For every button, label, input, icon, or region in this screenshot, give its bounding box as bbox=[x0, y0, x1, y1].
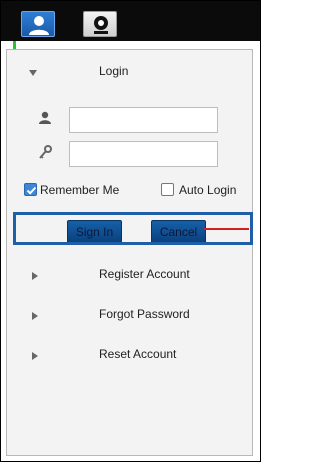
top-toolbar bbox=[1, 1, 260, 41]
tab-user[interactable] bbox=[21, 11, 55, 37]
expand-arrow-icon bbox=[32, 352, 38, 360]
menu-item-reset-account[interactable]: Reset Account bbox=[7, 340, 252, 370]
menu-item-register-account[interactable]: Register Account bbox=[7, 260, 252, 290]
forgot-password-label: Forgot Password bbox=[99, 307, 190, 321]
key-icon bbox=[39, 145, 52, 159]
login-panel: Login Remember Me Auto Login Sign In Can… bbox=[6, 49, 253, 456]
user-icon bbox=[29, 16, 49, 35]
annotation-pointer-line bbox=[204, 228, 249, 230]
reset-account-label: Reset Account bbox=[99, 347, 177, 361]
collapse-arrow-icon bbox=[29, 70, 37, 76]
remember-me-label: Remember Me bbox=[40, 183, 120, 197]
user-icon bbox=[39, 111, 51, 124]
tab-camera[interactable] bbox=[83, 11, 117, 37]
remember-me-checkbox[interactable]: Remember Me bbox=[24, 182, 144, 200]
auto-login-checkbox[interactable]: Auto Login bbox=[161, 182, 249, 200]
password-input[interactable] bbox=[69, 141, 218, 167]
checkbox-unchecked[interactable] bbox=[161, 183, 174, 196]
check-icon bbox=[26, 186, 37, 195]
auto-login-label: Auto Login bbox=[179, 183, 237, 197]
login-header[interactable]: Login bbox=[7, 50, 252, 86]
expand-arrow-icon bbox=[32, 272, 38, 280]
login-title: Login bbox=[99, 64, 129, 78]
expand-arrow-icon bbox=[32, 312, 38, 320]
username-input[interactable] bbox=[69, 107, 218, 133]
camera-icon bbox=[94, 16, 108, 34]
app-window: Login Remember Me Auto Login Sign In Can… bbox=[0, 0, 261, 462]
menu-item-forgot-password[interactable]: Forgot Password bbox=[7, 300, 252, 330]
checkbox-checked[interactable] bbox=[24, 183, 37, 196]
register-account-label: Register Account bbox=[99, 267, 190, 281]
